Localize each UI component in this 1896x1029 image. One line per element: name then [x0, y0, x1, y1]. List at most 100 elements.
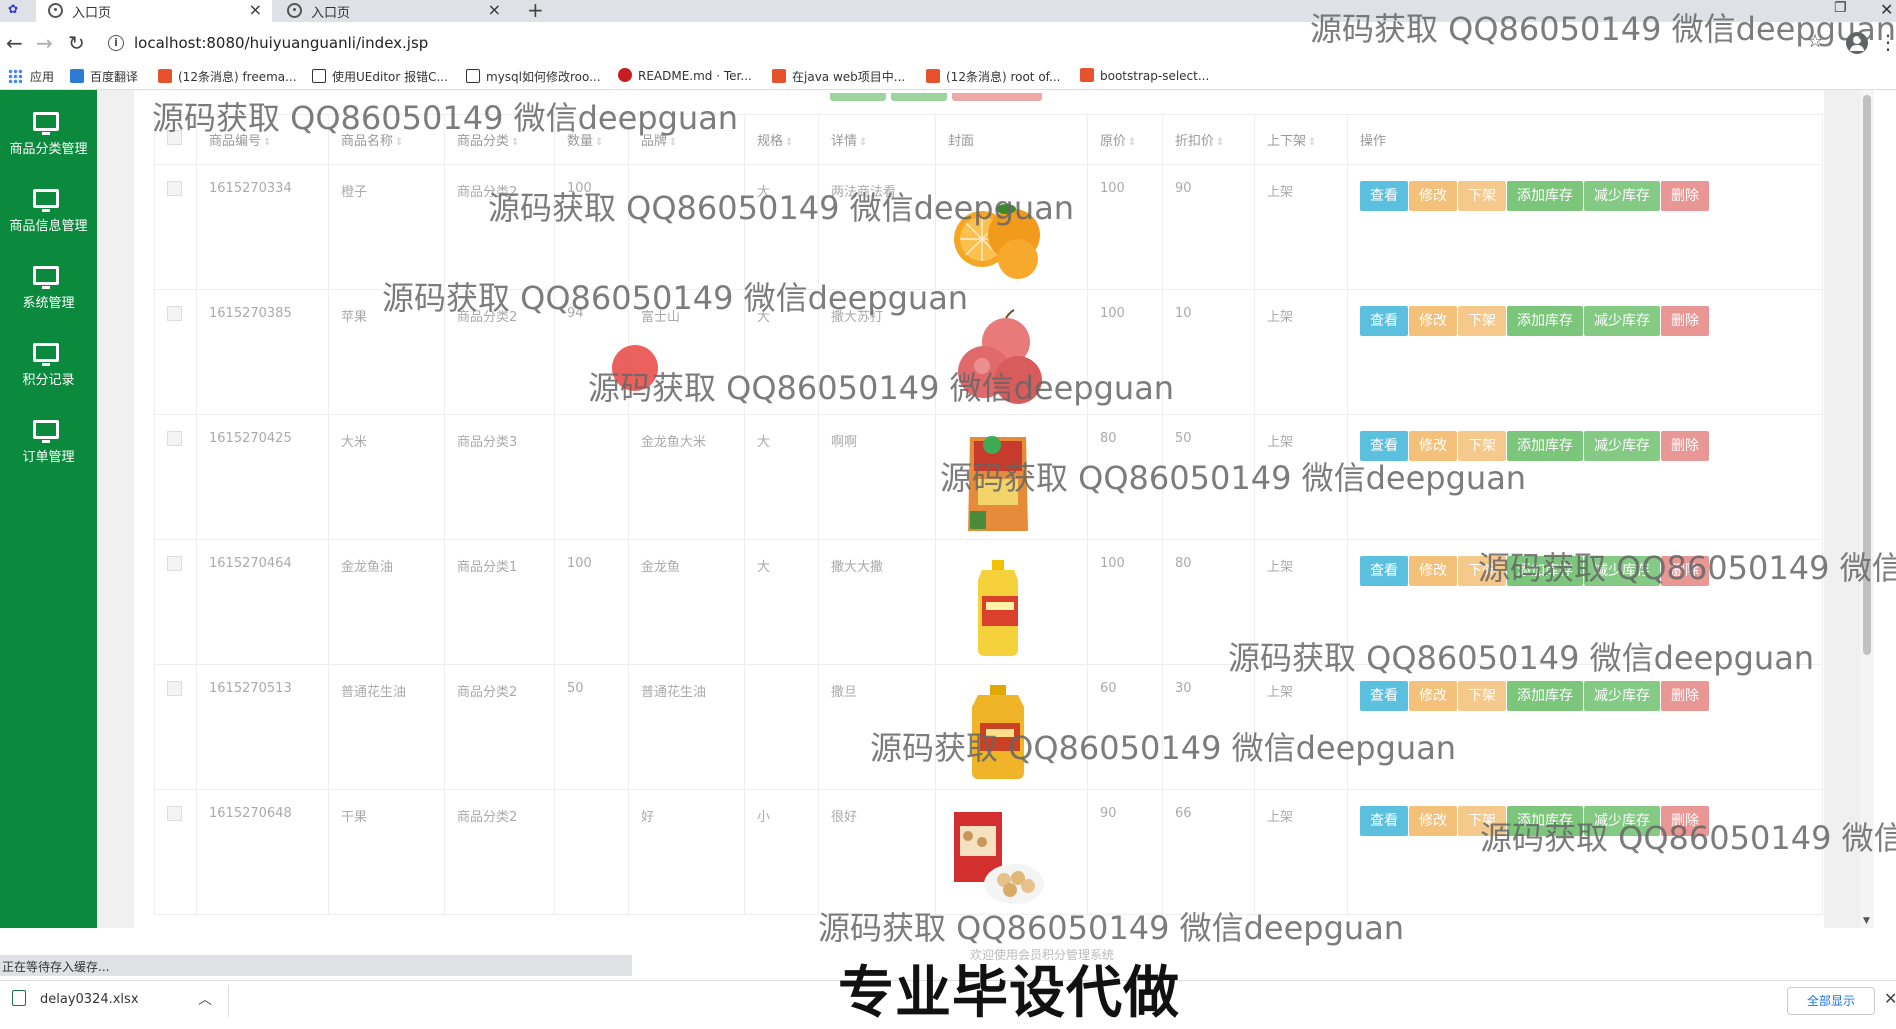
edit-button[interactable]: 修改 [1409, 806, 1457, 836]
reduce-stock-button[interactable]: 减少库存 [1584, 806, 1660, 836]
close-icon[interactable]: ✕ [1884, 989, 1896, 1008]
vertical-scrollbar[interactable]: ▼ [1860, 90, 1874, 928]
edit-button[interactable]: 修改 [1409, 181, 1457, 211]
delete-button[interactable]: 删除 [1661, 556, 1709, 586]
add-stock-button[interactable]: 添加库存 [1507, 306, 1583, 336]
bookmark-item[interactable]: 百度翻译 [70, 68, 138, 85]
row-select-cell[interactable] [154, 664, 197, 790]
delete-button[interactable]: 删除 [1661, 431, 1709, 461]
delete-button[interactable]: 删除 [1661, 306, 1709, 336]
profile-avatar[interactable] [1846, 32, 1868, 54]
delete-button[interactable]: 删除 [1661, 806, 1709, 836]
reduce-stock-button[interactable]: 减少库存 [1584, 556, 1660, 586]
reduce-stock-button[interactable]: 减少库存 [1584, 181, 1660, 211]
header-id[interactable]: 商品编号 ⇕ [196, 114, 329, 165]
header-brand[interactable]: 品牌 ⇕ [628, 114, 745, 165]
row-checkbox[interactable] [167, 431, 182, 446]
header-name[interactable]: 商品名称 ⇕ [328, 114, 445, 165]
sidebar-item-product[interactable]: 商品信息管理 [0, 167, 97, 239]
unlist-button[interactable]: 下架 [1458, 681, 1506, 711]
add-stock-button[interactable]: 添加库存 [1507, 556, 1583, 586]
scroll-down-arrow-icon[interactable]: ▼ [1863, 916, 1870, 926]
unlist-button[interactable]: 下架 [1458, 806, 1506, 836]
browser-tab-2[interactable]: 入口页 × [275, 0, 511, 22]
unlist-button[interactable]: 下架 [1458, 556, 1506, 586]
select-all-checkbox[interactable] [167, 130, 182, 145]
scrollbar-thumb[interactable] [1863, 95, 1871, 655]
close-window-icon[interactable]: ✕ [1880, 0, 1893, 19]
browser-tab-1[interactable]: 入口页 × [36, 0, 272, 22]
forward-icon[interactable]: → [36, 31, 53, 55]
add-stock-button[interactable]: 添加库存 [1507, 181, 1583, 211]
row-select-cell[interactable] [154, 539, 197, 665]
sidebar-item-category[interactable]: 商品分类管理 [0, 90, 97, 162]
bookmark-apps[interactable]: 应用 [8, 68, 54, 85]
bookmark-item[interactable]: (12条消息) freema... [158, 68, 297, 85]
unlist-button[interactable]: 下架 [1458, 431, 1506, 461]
sidebar-item-points[interactable]: 积分记录 [0, 321, 97, 393]
close-tab-icon[interactable]: × [249, 0, 262, 19]
add-stock-button[interactable]: 添加库存 [1507, 806, 1583, 836]
toolbar-button[interactable] [891, 93, 947, 101]
view-button[interactable]: 查看 [1360, 306, 1408, 336]
header-status[interactable]: 上下架 ⇕ [1254, 114, 1348, 165]
row-checkbox[interactable] [167, 681, 182, 696]
show-all-button[interactable]: 全部显示 [1787, 987, 1875, 1015]
view-button[interactable]: 查看 [1360, 681, 1408, 711]
unlist-button[interactable]: 下架 [1458, 306, 1506, 336]
header-category[interactable]: 商品分类 ⇕ [444, 114, 555, 165]
header-discount[interactable]: 折扣价 ⇕ [1162, 114, 1255, 165]
view-button[interactable]: 查看 [1360, 181, 1408, 211]
row-checkbox[interactable] [167, 556, 182, 571]
view-button[interactable]: 查看 [1360, 556, 1408, 586]
bookmark-item[interactable]: 在java web项目中... [772, 68, 905, 85]
row-select-cell[interactable] [154, 789, 197, 915]
delete-button[interactable]: 删除 [1661, 681, 1709, 711]
reload-icon[interactable]: ↻ [68, 31, 85, 55]
row-select-cell[interactable] [154, 414, 197, 540]
row-select-cell[interactable] [154, 289, 197, 415]
chevron-up-icon[interactable]: ︿ [198, 989, 212, 1009]
bookmark-star-icon[interactable]: ☆ [1807, 31, 1823, 52]
view-button[interactable]: 查看 [1360, 806, 1408, 836]
header-spec[interactable]: 规格 ⇕ [744, 114, 819, 165]
reduce-stock-button[interactable]: 减少库存 [1584, 431, 1660, 461]
add-stock-button[interactable]: 添加库存 [1507, 681, 1583, 711]
reduce-stock-button[interactable]: 减少库存 [1584, 306, 1660, 336]
view-button[interactable]: 查看 [1360, 431, 1408, 461]
site-info-icon[interactable]: i [108, 35, 124, 51]
sidebar-item-system[interactable]: 系统管理 [0, 244, 97, 316]
edit-button[interactable]: 修改 [1409, 306, 1457, 336]
add-stock-button[interactable]: 添加库存 [1507, 431, 1583, 461]
row-select-cell[interactable] [154, 164, 197, 290]
edit-button[interactable]: 修改 [1409, 556, 1457, 586]
header-price[interactable]: 原价 ⇕ [1087, 114, 1163, 165]
menu-kebab-icon[interactable]: ⋮ [1878, 30, 1896, 54]
restore-window-icon[interactable]: ❐ [1834, 0, 1847, 16]
new-tab-button[interactable]: + [527, 0, 544, 22]
edit-button[interactable]: 修改 [1409, 681, 1457, 711]
url-field[interactable]: localhost:8080/huiyuanguanli/index.jsp [134, 34, 428, 52]
bookmark-item[interactable]: bootstrap-select... [1080, 68, 1209, 83]
header-qty[interactable]: 数量 ⇕ [554, 114, 629, 165]
unlist-button[interactable]: 下架 [1458, 181, 1506, 211]
row-checkbox[interactable] [167, 306, 182, 321]
row-checkbox[interactable] [167, 181, 182, 196]
reduce-stock-button[interactable]: 减少库存 [1584, 681, 1660, 711]
download-item[interactable]: delay0324.xlsx [12, 990, 139, 1007]
bookmark-item[interactable]: README.md · Ter... [618, 68, 752, 83]
bookmark-item[interactable]: mysql如何修改roo... [466, 68, 601, 85]
select-all-header[interactable] [154, 114, 197, 165]
delete-button[interactable]: 删除 [1661, 181, 1709, 211]
toolbar-button[interactable] [830, 93, 886, 101]
toolbar-button[interactable] [952, 93, 1042, 101]
edit-button[interactable]: 修改 [1409, 431, 1457, 461]
cell-discount: 10 [1162, 289, 1255, 415]
back-icon[interactable]: ← [6, 31, 23, 55]
header-detail[interactable]: 详情 ⇕ [818, 114, 936, 165]
row-checkbox[interactable] [167, 806, 182, 821]
close-tab-icon[interactable]: × [488, 0, 501, 19]
bookmark-item[interactable]: 使用UEditor 报错C... [312, 68, 448, 85]
bookmark-item[interactable]: (12条消息) root of... [926, 68, 1060, 85]
sidebar-item-orders[interactable]: 订单管理 [0, 398, 97, 470]
